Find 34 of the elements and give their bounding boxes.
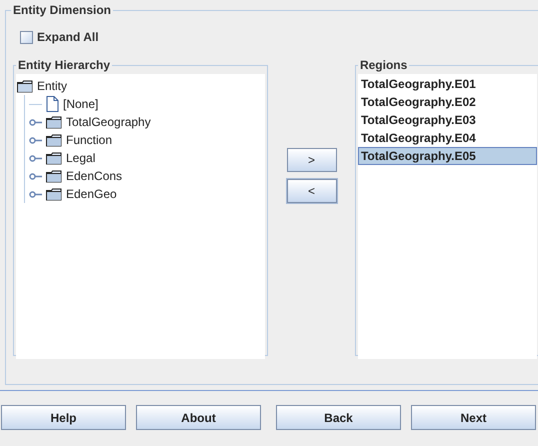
collapsed-handle-icon[interactable]: [29, 118, 42, 126]
group-title: Entity Dimension: [12, 2, 112, 19]
hierarchy-title: Entity Hierarchy: [17, 57, 112, 74]
folder-icon: [46, 134, 62, 146]
checkbox[interactable]: [20, 30, 33, 44]
tree-item[interactable]: [None]: [63, 95, 98, 113]
collapsed-handle-icon[interactable]: [29, 154, 42, 162]
list-item[interactable]: TotalGeography.E02: [358, 93, 537, 111]
list-item[interactable]: TotalGeography.E04: [358, 129, 537, 147]
folder-icon: [46, 188, 62, 200]
list-item[interactable]: TotalGeography.E01: [358, 75, 537, 93]
folder-icon: [46, 116, 62, 128]
list-item[interactable]: TotalGeography.E05: [358, 147, 537, 165]
collapsed-handle-icon[interactable]: [29, 136, 42, 144]
checkbox-label: Expand All: [37, 29, 99, 46]
collapsed-handle-icon[interactable]: [29, 172, 42, 180]
folder-icon: [46, 170, 62, 182]
tree-item[interactable]: Function: [66, 131, 112, 149]
move-button[interactable]: <: [286, 179, 337, 203]
folder-icon: [46, 152, 62, 164]
footer-button[interactable]: Next: [411, 405, 536, 430]
tree-item[interactable]: Entity: [37, 77, 68, 95]
footer-button[interactable]: Help: [1, 405, 126, 430]
footer-button[interactable]: Back: [276, 405, 401, 430]
regions-title: Regions: [358, 57, 408, 74]
tree-item[interactable]: EdenGeo: [66, 185, 117, 203]
document-icon: [46, 96, 59, 112]
collapsed-handle-icon[interactable]: [29, 190, 42, 198]
list-item[interactable]: TotalGeography.E03: [358, 111, 537, 129]
tree-item[interactable]: Legal: [66, 149, 96, 167]
tree-item[interactable]: EdenCons: [66, 167, 122, 185]
move-button[interactable]: >: [286, 148, 337, 172]
footer-button[interactable]: About: [136, 405, 261, 430]
tree-item[interactable]: TotalGeography: [66, 113, 151, 131]
